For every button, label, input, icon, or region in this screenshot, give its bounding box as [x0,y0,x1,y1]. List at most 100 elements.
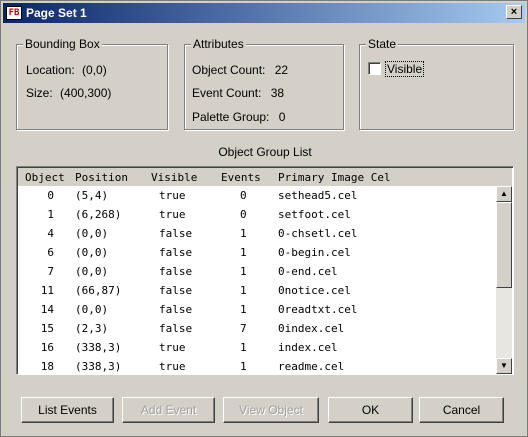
cell-events: 0 [240,189,247,202]
cell-position: (338,3) [75,360,122,373]
bounding-box-group: Bounding Box Location: (0,0) Size: (400,… [16,37,168,130]
cell-object: 1 [47,208,54,221]
column-header-visible[interactable]: Visible [151,171,197,184]
table-row[interactable]: 11 (66,87) false 1 0notice.cel [18,281,498,300]
cell-visible: true [159,360,186,373]
table-row[interactable]: 0 (5,4) true 0 sethead5.cel [18,186,498,205]
scroll-thumb[interactable] [496,202,512,288]
cell-object: 6 [47,246,54,259]
object-count-value: 22 [274,63,289,77]
bounding-box-legend: Bounding Box [23,37,102,51]
cell-visible: true [159,208,186,221]
column-header-position[interactable]: Position [75,171,128,184]
cell-events: 7 [240,322,247,335]
close-button[interactable]: × [506,5,522,19]
size-label: Size: [26,86,53,100]
cell-visible: false [159,227,193,240]
cancel-button[interactable]: Cancel [419,397,504,423]
cell-events: 1 [240,303,247,316]
scroll-down-button[interactable]: ▼ [496,358,512,374]
cell-object: 0 [47,189,54,202]
cell-primary-image-cel: index.cel [278,341,338,354]
list-events-button[interactable]: List Events [21,397,114,423]
list-vertical-scrollbar[interactable]: ▲ ▼ [496,186,512,374]
column-header-object[interactable]: Object [25,171,65,184]
size-value: (400,300) [60,86,112,100]
cell-visible: false [159,284,193,297]
view-object-button[interactable]: View Object [223,397,319,423]
cell-object: 11 [40,284,54,297]
cell-primary-image-cel: setfoot.cel [278,208,351,221]
palette-group-value: 0 [278,110,286,124]
cell-object: 15 [40,322,54,335]
palette-group-row: Palette Group: 0 [192,110,285,124]
visible-checkbox[interactable] [368,62,381,75]
arrow-up-icon: ▲ [500,189,508,198]
column-header-primary-image-cel[interactable]: Primary Image Cel [278,171,391,184]
cell-events: 0 [240,208,247,221]
cell-position: (6,268) [75,208,122,221]
fb-app-icon: FB [6,6,22,20]
cell-visible: true [159,341,186,354]
object-group-list[interactable]: Object Position Visible Events Primary I… [16,166,514,375]
cell-position: (2,3) [75,322,109,335]
cell-position: (5,4) [75,189,109,202]
state-legend: State [366,37,399,51]
cell-events: 1 [240,284,247,297]
cell-events: 1 [240,246,247,259]
page-set-dialog: FB Page Set 1 × Bounding Box Location: (… [0,0,528,437]
event-count-label: Event Count: [192,86,262,100]
table-row[interactable]: 4 (0,0) false 1 0-chsetl.cel [18,224,498,243]
visible-checkbox-label[interactable]: Visible [385,61,425,77]
table-row[interactable]: 15 (2,3) false 7 0index.cel [18,319,498,338]
cell-object: 16 [40,341,54,354]
cell-primary-image-cel: sethead5.cel [278,189,358,202]
table-row[interactable]: 6 (0,0) false 1 0-begin.cel [18,243,498,262]
cell-primary-image-cel: 0-chsetl.cel [278,227,358,240]
window-title: Page Set 1 [26,6,87,20]
cell-visible: false [159,246,193,259]
scroll-up-button[interactable]: ▲ [496,186,512,202]
cell-events: 1 [240,360,247,373]
attributes-legend: Attributes [191,37,246,51]
arrow-down-icon: ▼ [500,361,508,370]
cell-primary-image-cel: readme.cel [278,360,345,373]
list-header: Object Position Visible Events Primary I… [18,168,512,186]
object-count-label: Object Count: [192,63,266,77]
cell-visible: true [159,189,186,202]
cell-visible: false [159,322,193,335]
event-count-row: Event Count: 38 [192,86,284,100]
cell-primary-image-cel: 0-end.cel [278,265,338,278]
table-row[interactable]: 1 (6,268) true 0 setfoot.cel [18,205,498,224]
add-event-button[interactable]: Add Event [122,397,215,423]
cell-position: (338,3) [75,341,122,354]
title-bar[interactable]: FB Page Set 1 × [3,3,525,23]
column-header-events[interactable]: Events [221,171,261,184]
cell-visible: false [159,265,193,278]
cell-object: 7 [47,265,54,278]
palette-group-label: Palette Group: [192,110,270,124]
ok-button[interactable]: OK [328,397,413,423]
cell-primary-image-cel: 0readtxt.cel [278,303,358,316]
cell-primary-image-cel: 0index.cel [278,322,345,335]
attributes-group: Attributes Object Count: 22 Event Count:… [184,37,344,130]
size-row: Size: (400,300) [26,86,111,100]
cell-events: 1 [240,341,247,354]
event-count-value: 38 [270,86,285,100]
cell-position: (0,0) [75,227,109,240]
cell-object: 18 [40,360,54,373]
cell-visible: false [159,303,193,316]
table-row[interactable]: 14 (0,0) false 1 0readtxt.cel [18,300,498,319]
table-row[interactable]: 16 (338,3) true 1 index.cel [18,338,498,357]
object-count-row: Object Count: 22 [192,63,288,77]
object-group-list-title: Object Group List [218,145,312,159]
location-label: Location: [26,63,75,77]
cell-position: (66,87) [75,284,122,297]
state-group: State Visible [359,37,514,130]
cell-position: (0,0) [75,303,109,316]
cell-primary-image-cel: 0notice.cel [278,284,351,297]
table-row[interactable]: 18 (338,3) true 1 readme.cel [18,357,498,374]
table-row[interactable]: 7 (0,0) false 1 0-end.cel [18,262,498,281]
cell-object: 14 [40,303,54,316]
cell-primary-image-cel: 0-begin.cel [278,246,351,259]
